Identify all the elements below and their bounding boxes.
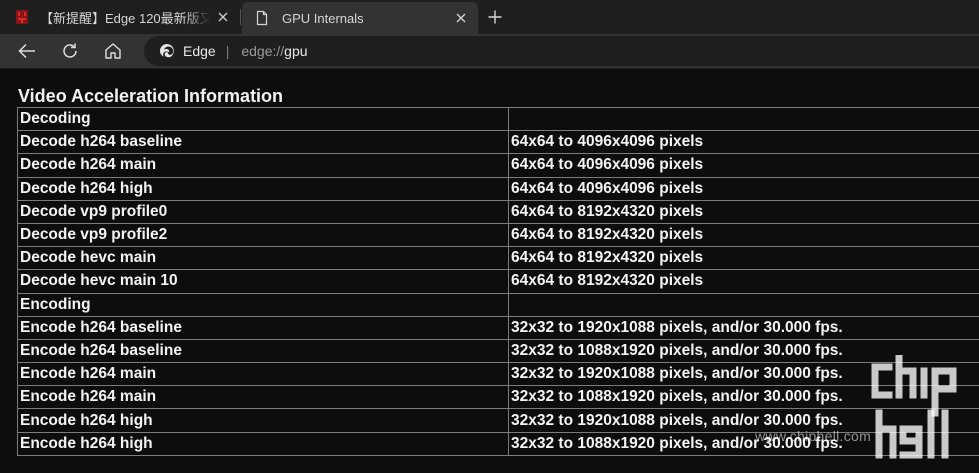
table-row: Encode h264 main 32x32 to 1088x1920 pixel…: [17, 385, 979, 410]
site-identity-label: Edge: [183, 43, 216, 59]
row-value: 32x32 to 1920x1088 pixels, and/or 30.000…: [508, 362, 979, 387]
url-scheme: edge://: [241, 43, 285, 59]
section-title: Video Acceleration Information: [18, 86, 284, 106]
url-host: gpu: [284, 43, 308, 59]
row-value: 64x64 to 8192x4320 pixels: [508, 199, 979, 224]
page-content: Video Acceleration Information Decoding …: [0, 69, 979, 473]
row-name: Encode h264 high: [17, 431, 509, 456]
row-value: [508, 292, 979, 317]
table-row: Encode h264 high 32x32 to 1920x1088 pixel…: [17, 408, 979, 433]
row-value: 64x64 to 8192x4320 pixels: [508, 246, 979, 271]
row-value: 32x32 to 1920x1088 pixels, and/or 30.000…: [508, 408, 979, 433]
address-bar[interactable]: Edge | edge://gpu: [144, 36, 979, 66]
browser-window: 【新提醒】Edge 120最新版又把Edge GPU Internals: [0, 0, 979, 473]
new-tab-button[interactable]: [482, 4, 508, 30]
row-name: Encode h264 main: [17, 385, 509, 410]
close-tab-icon[interactable]: [448, 5, 474, 31]
table-row: Decode h264 main 64x64 to 4096x4096 pixel…: [17, 153, 979, 178]
plus-icon: [488, 10, 502, 24]
address-separator: |: [225, 43, 230, 59]
row-name: Decode vp9 profile0: [17, 199, 509, 224]
table-row: Decode h264 baseline 64x64 to 4096x4096 p…: [17, 130, 979, 155]
table-row: Decode vp9 profile2 64x64 to 8192x4320 pi…: [17, 222, 979, 248]
toolbar: Edge | edge://gpu: [0, 34, 979, 69]
row-name: Decoding: [17, 106, 509, 132]
page-icon: [256, 10, 268, 26]
table-row: Decoding: [17, 106, 979, 132]
tab-divider: [240, 9, 241, 25]
chiphell-favicon-icon: [16, 10, 28, 24]
row-value: 32x32 to 1088x1920 pixels, and/or 30.000…: [508, 431, 979, 456]
row-name: Decode hevc main 10: [17, 269, 509, 294]
home-button[interactable]: [99, 37, 127, 65]
table-row: Encode h264 main 32x32 to 1920x1088 pixel…: [17, 362, 979, 387]
home-icon: [105, 43, 121, 59]
close-tab-icon[interactable]: [210, 4, 236, 30]
tab-strip: 【新提醒】Edge 120最新版又把Edge GPU Internals: [0, 0, 979, 34]
row-value: 64x64 to 4096x4096 pixels: [508, 153, 979, 178]
table-row: Encode h264 high 32x32 to 1088x1920 pixel…: [17, 431, 979, 456]
row-value: 64x64 to 4096x4096 pixels: [508, 176, 979, 201]
row-value: 32x32 to 1088x1920 pixels, and/or 30.000…: [508, 338, 979, 364]
back-button[interactable]: [13, 37, 41, 65]
row-value: 64x64 to 8192x4320 pixels: [508, 222, 979, 248]
row-value: 64x64 to 8192x4320 pixels: [508, 269, 979, 294]
row-name: Encoding: [17, 292, 509, 317]
row-name: Encode h264 high: [17, 408, 509, 433]
tab-gpu-internals[interactable]: GPU Internals: [242, 2, 478, 34]
row-name: Decode vp9 profile2: [17, 222, 509, 248]
row-value: 32x32 to 1088x1920 pixels, and/or 30.000…: [508, 385, 979, 410]
table-row: Encode h264 baseline 32x32 to 1088x1920 p…: [17, 338, 979, 364]
tab-title: 【新提醒】Edge 120最新版又把Edge: [40, 10, 210, 26]
row-name: Decode h264 baseline: [17, 130, 509, 155]
row-name: Decode h264 high: [17, 176, 509, 201]
tab-chiphell[interactable]: 【新提醒】Edge 120最新版又把Edge: [0, 0, 240, 34]
video-acceleration-table: Decoding Decode h264 baseline 64x64 to 40…: [17, 106, 979, 456]
reload-button[interactable]: [56, 37, 84, 65]
table-row: Decode vp9 profile0 64x64 to 8192x4320 pi…: [17, 199, 979, 224]
row-name: Encode h264 main: [17, 362, 509, 387]
row-name: Encode h264 baseline: [17, 315, 509, 340]
edge-logo-icon: [160, 44, 174, 58]
row-name: Decode h264 main: [17, 153, 509, 178]
row-name: Encode h264 baseline: [17, 338, 509, 364]
table-row: Encoding: [17, 292, 979, 317]
row-value: 64x64 to 4096x4096 pixels: [508, 130, 979, 155]
table-row: Encode h264 baseline 32x32 to 1920x1088 p…: [17, 315, 979, 340]
back-arrow-icon: [18, 43, 35, 59]
table-row: Decode h264 high 64x64 to 4096x4096 pixel…: [17, 176, 979, 201]
reload-icon: [63, 43, 77, 58]
table-row: Decode hevc main 10 64x64 to 8192x4320 pi…: [17, 269, 979, 294]
tab-title: GPU Internals: [282, 10, 364, 26]
table-row: Decode hevc main 64x64 to 8192x4320 pixel…: [17, 246, 979, 271]
row-value: 32x32 to 1920x1088 pixels, and/or 30.000…: [508, 315, 979, 340]
row-value: [508, 106, 979, 132]
row-name: Decode hevc main: [17, 246, 509, 271]
